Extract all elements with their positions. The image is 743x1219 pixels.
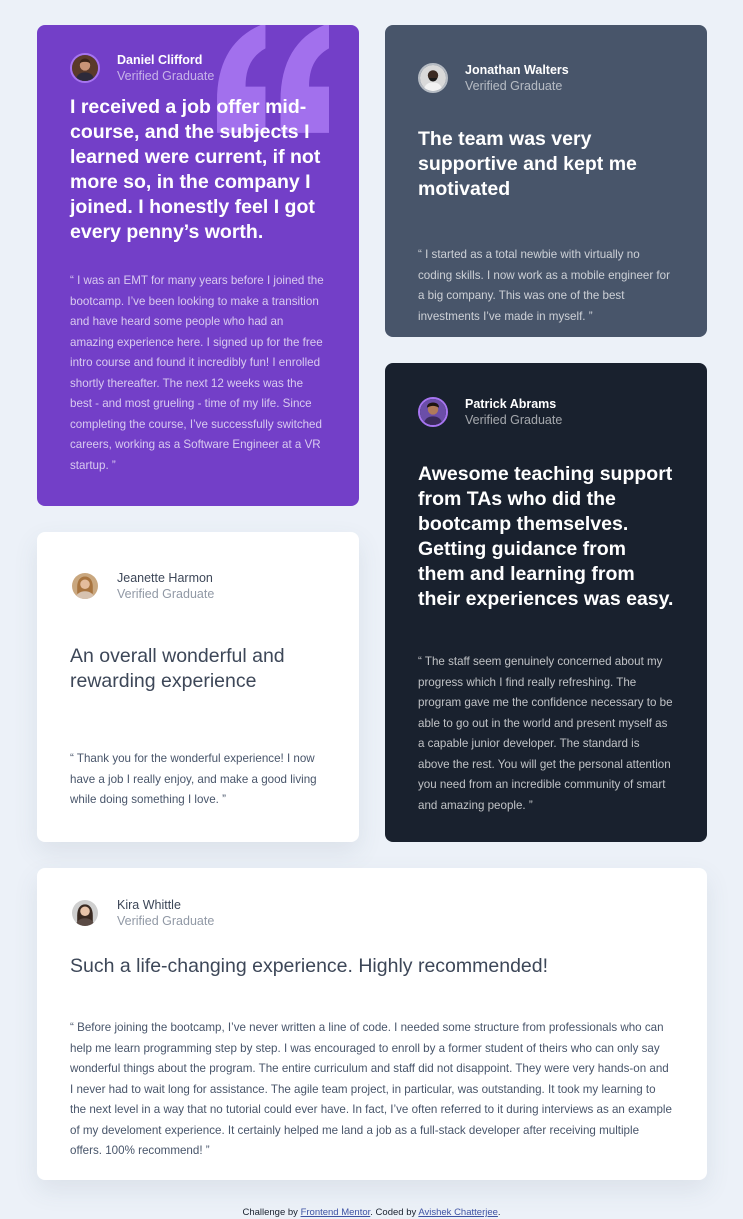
testimonial-card-patrick: Patrick Abrams Verified Graduate Awesome… <box>385 363 707 842</box>
author-role: Verified Graduate <box>117 587 215 601</box>
testimonial-header: Jeanette Harmon Verified Graduate <box>70 569 326 603</box>
attribution: Challenge by Frontend Mentor. Coded by A… <box>0 1207 743 1218</box>
avatar <box>70 53 100 83</box>
frontend-mentor-link[interactable]: Frontend Mentor <box>301 1207 371 1218</box>
author-role: Verified Graduate <box>117 69 215 83</box>
author-name: Kira Whittle <box>117 898 181 912</box>
attribution-prefix: Challenge by <box>242 1207 301 1218</box>
author-info: Daniel Clifford Verified Graduate <box>117 52 214 84</box>
testimonial-body: “ I was an EMT for many years before I j… <box>70 274 324 472</box>
testimonial-card-daniel: Daniel Clifford Verified Graduate I rece… <box>37 25 359 506</box>
author-info: Jeanette Harmon Verified Graduate <box>117 570 214 602</box>
avatar <box>70 898 100 928</box>
testimonial-header: Kira Whittle Verified Graduate <box>70 896 674 930</box>
attribution-middle: . Coded by <box>370 1207 419 1218</box>
author-info: Patrick Abrams Verified Graduate <box>465 396 562 428</box>
testimonial-header: Patrick Abrams Verified Graduate <box>418 395 674 429</box>
author-info: Jonathan Walters Verified Graduate <box>465 62 569 94</box>
avatar <box>418 63 448 93</box>
avatar <box>70 571 100 601</box>
testimonial-body: “ Thank you for the wonderful experience… <box>70 752 317 806</box>
author-role: Verified Graduate <box>465 79 563 93</box>
author-link[interactable]: Avishek Chatterjee <box>418 1207 498 1218</box>
author-name: Daniel Clifford <box>117 53 203 67</box>
author-name: Patrick Abrams <box>465 397 557 411</box>
testimonial-body: “ Before joining the bootcamp, I’ve neve… <box>70 1021 672 1157</box>
testimonial-headline: The team was very supportive and kept me… <box>418 128 637 200</box>
testimonial-header: Jonathan Walters Verified Graduate <box>418 61 674 95</box>
testimonial-card-jonathan: Jonathan Walters Verified Graduate The t… <box>385 25 707 337</box>
attribution-suffix: . <box>497 1207 501 1218</box>
author-role: Verified Graduate <box>117 914 215 928</box>
testimonial-headline: I received a job offer mid-course, and t… <box>70 96 321 243</box>
author-name: Jonathan Walters <box>465 63 569 77</box>
testimonial-headline: An overall wonderful and rewarding exper… <box>70 645 285 692</box>
testimonial-card-jeanette: Jeanette Harmon Verified Graduate An ove… <box>37 532 359 842</box>
author-role: Verified Graduate <box>465 413 563 427</box>
testimonial-header: Daniel Clifford Verified Graduate <box>70 51 326 85</box>
testimonial-card-kira: Kira Whittle Verified Graduate Such a li… <box>37 868 707 1180</box>
avatar <box>418 397 448 427</box>
testimonial-body: “ I started as a total newbie with virtu… <box>418 248 670 323</box>
testimonial-headline: Awesome teaching support from TAs who di… <box>418 463 674 610</box>
testimonial-body: “ The staff seem genuinely concerned abo… <box>418 655 673 812</box>
author-info: Kira Whittle Verified Graduate <box>117 897 214 929</box>
testimonial-headline: Such a life-changing experience. Highly … <box>70 955 549 977</box>
author-name: Jeanette Harmon <box>117 571 213 585</box>
